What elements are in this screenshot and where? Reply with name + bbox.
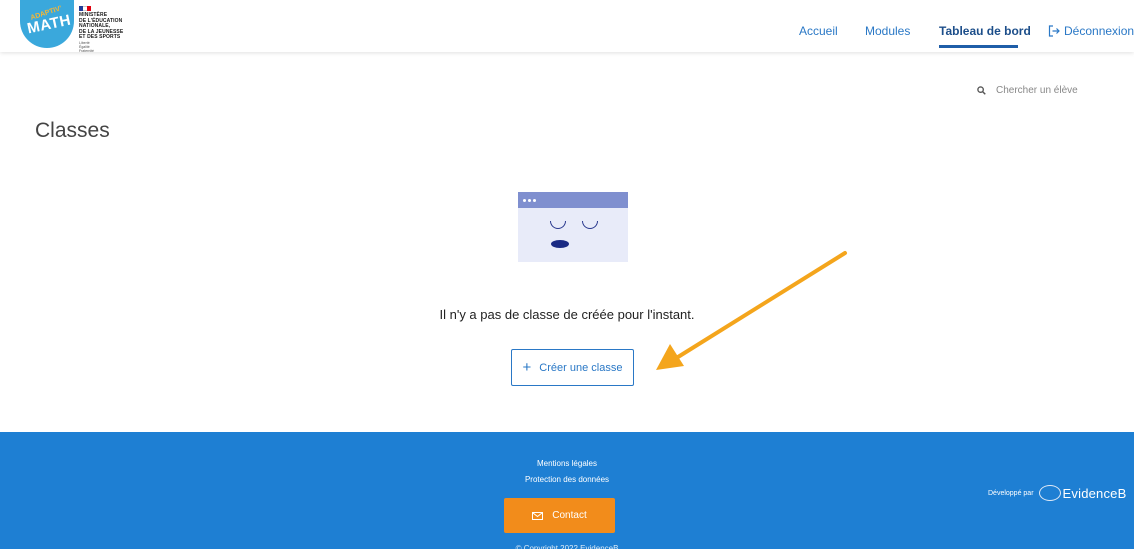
evidenceb-logo[interactable]: EvidenceB: [1038, 485, 1127, 501]
nav-modules[interactable]: Modules: [865, 24, 910, 38]
nav-accueil[interactable]: Accueil: [799, 24, 838, 38]
adaptivmath-logo[interactable]: ADAPTIV' MATH: [20, 0, 74, 48]
footer-link-protection-donnees[interactable]: Protection des données: [0, 475, 1134, 484]
top-header: ADAPTIV' MATH MINISTÈRE DE L'ÉDUCATION N…: [0, 0, 1134, 52]
mouth-shape: [551, 240, 569, 248]
evidenceb-brand: EvidenceB: [1062, 485, 1127, 501]
student-search[interactable]: Chercher un élève: [977, 85, 1078, 96]
developed-by-label: Développé par: [988, 489, 1034, 497]
footer-link-mentions-legales[interactable]: Mentions légales: [0, 459, 1134, 468]
evidenceb-logo-icon: [1038, 485, 1061, 501]
contact-label: Contact: [552, 510, 587, 521]
motto-line: Fraternité: [79, 48, 94, 53]
create-class-button[interactable]: + Créer une classe: [511, 349, 634, 386]
empty-state-message: Il n'y a pas de classe de créée pour l'i…: [439, 307, 695, 322]
closed-eye-icon: [550, 221, 566, 229]
closed-eye-icon: [582, 221, 598, 229]
developed-by: Développé par EvidenceB: [988, 485, 1126, 501]
plus-icon: +: [522, 359, 532, 376]
window-titlebar: [518, 192, 628, 208]
search-placeholder: Chercher un élève: [996, 85, 1078, 96]
nav-tableau-de-bord[interactable]: Tableau de bord: [939, 24, 1031, 38]
french-flag-icon: [79, 6, 91, 11]
footer: Mentions légales Protection des données …: [0, 432, 1134, 553]
search-icon: [977, 86, 986, 95]
contact-button[interactable]: Contact: [504, 498, 615, 533]
active-tab-indicator: [939, 45, 1018, 48]
page-title: Classes: [35, 119, 110, 142]
nav-deconnexion-label: Déconnexion: [1064, 24, 1134, 38]
sleeping-window-illustration: [518, 192, 628, 262]
ministry-logo: MINISTÈRE DE L'ÉDUCATION NATIONALE, DE L…: [79, 6, 139, 53]
create-class-label: Créer une classe: [539, 361, 623, 374]
mail-icon: [532, 511, 544, 520]
logout-icon: [1048, 25, 1060, 37]
nav-deconnexion[interactable]: Déconnexion: [1048, 24, 1134, 38]
